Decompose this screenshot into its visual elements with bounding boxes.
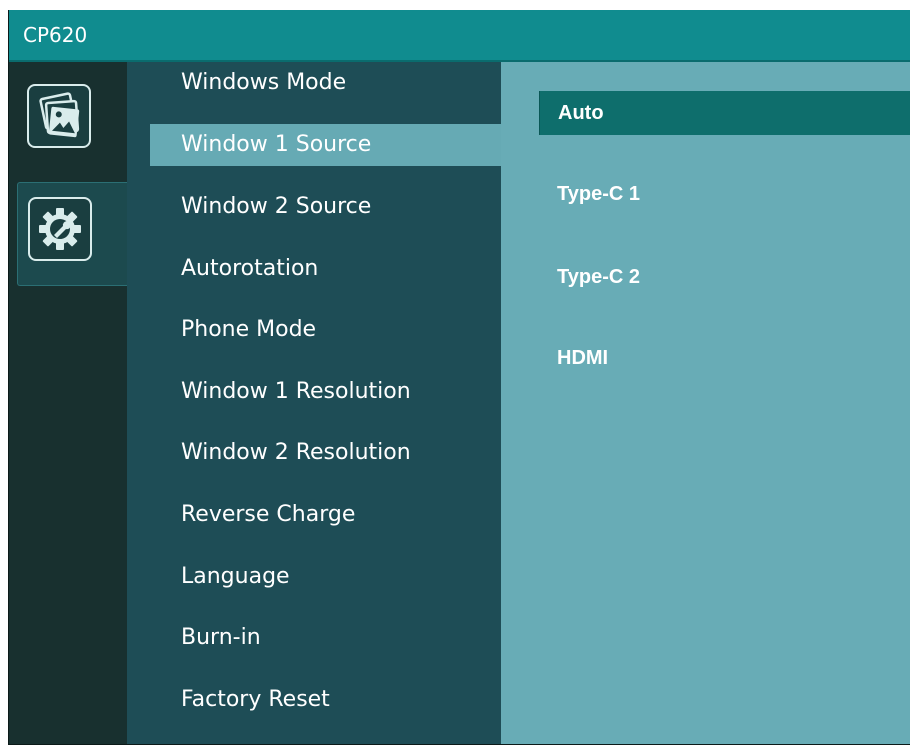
menu-item-window-1-source[interactable]: Window 1 Source [150,124,501,166]
icon-rail [9,62,127,744]
title-bar: CP620 [9,10,910,62]
source-options: Auto Type-C 1 Type-C 2 HDMI [501,62,910,744]
picture-icon [27,84,91,148]
menu-item-window-2-resolution[interactable]: Window 2 Resolution [127,432,501,474]
menu-item-reverse-charge[interactable]: Reverse Charge [127,494,501,536]
menu-item-language[interactable]: Language [127,556,501,598]
menu-item-autorotation[interactable]: Autorotation [127,248,501,290]
menu-item-windows-mode[interactable]: Windows Mode [127,62,501,104]
option-hdmi[interactable]: HDMI [539,336,910,380]
tab-settings[interactable] [17,182,127,286]
menu-item-phone-mode[interactable]: Phone Mode [127,309,501,351]
option-type-c-2[interactable]: Type-C 2 [539,255,910,299]
menu-item-burn-in[interactable]: Burn-in [127,617,501,659]
menu-item-window-1-resolution[interactable]: Window 1 Resolution [127,371,501,413]
option-auto[interactable]: Auto [539,91,910,135]
menu-item-window-2-source[interactable]: Window 2 Source [127,186,501,228]
gear-wrench-icon [28,197,92,261]
window-title: CP620 [23,23,88,47]
osd-window: CP620 Windows Mode Window 1 Source Windo… [8,10,910,745]
settings-menu: Windows Mode Window 1 Source Window 2 So… [127,62,501,744]
option-type-c-1[interactable]: Type-C 1 [539,172,910,216]
menu-item-factory-reset[interactable]: Factory Reset [127,679,501,721]
tab-picture[interactable] [17,66,127,162]
